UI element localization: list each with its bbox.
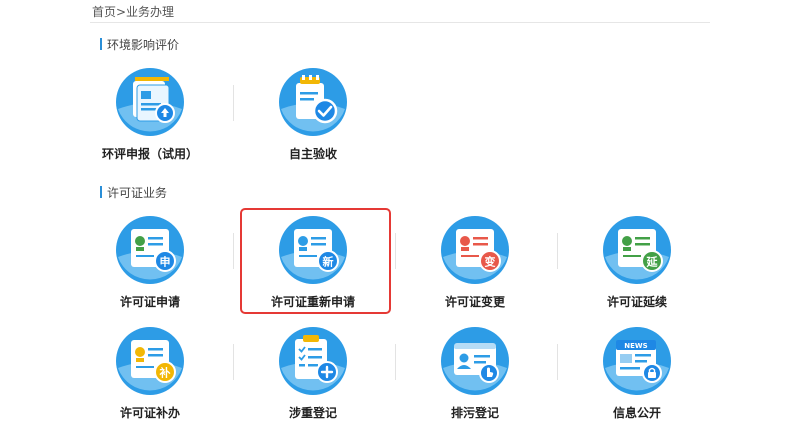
divider (557, 344, 558, 380)
section-title-eia: 环境影响评价 (100, 36, 179, 53)
discharge-registration-tile[interactable]: 排污登记 (415, 326, 535, 436)
registration-heavy-tile[interactable]: 涉重登记 (253, 326, 373, 436)
self-acceptance-tile[interactable]: 自主验收 (253, 67, 373, 177)
permit-change-tile[interactable]: 变 许可证变更 (415, 215, 535, 325)
permit-extend-label: 许可证延续 (606, 295, 667, 309)
info-disclosure-label: 信息公开 (612, 406, 661, 420)
registration-heavy-label: 涉重登记 (288, 406, 337, 420)
news-lock-icon: NEWS (603, 327, 671, 395)
breadcrumb[interactable]: 首页>业务办理 (92, 3, 174, 20)
svg-text:申: 申 (160, 255, 171, 269)
divider (557, 233, 558, 269)
svg-text:延: 延 (646, 255, 659, 269)
divider (233, 85, 234, 121)
permit-supplement-label: 许可证补办 (119, 406, 180, 420)
divider (233, 344, 234, 380)
checklist-add-icon (279, 327, 347, 395)
permit-extend-tile[interactable]: 延 许可证延续 (577, 215, 697, 325)
clipboard-check-icon (279, 68, 347, 136)
svg-text:补: 补 (159, 366, 171, 380)
svg-text:NEWS: NEWS (624, 342, 647, 350)
document-upload-icon (116, 68, 184, 136)
eia-report-label: 环评申报（试用） (101, 147, 198, 161)
info-disclosure-tile[interactable]: NEWS 信息公开 (577, 326, 697, 436)
certificate-supplement-icon: 补 (116, 327, 184, 395)
highlight-box (240, 208, 391, 314)
permit-change-label: 许可证变更 (444, 295, 505, 309)
divider (395, 344, 396, 380)
permit-apply-tile[interactable]: 申 许可证申请 (90, 215, 210, 325)
permit-apply-label: 许可证申请 (119, 295, 180, 309)
divider (395, 233, 396, 269)
section-title-permit: 许可证业务 (100, 184, 167, 201)
self-acceptance-label: 自主验收 (288, 147, 337, 161)
certificate-extend-icon: 延 (603, 216, 671, 284)
svg-text:变: 变 (485, 255, 496, 269)
breadcrumb-divider (90, 22, 710, 23)
eia-report-tile[interactable]: 环评申报（试用） (90, 67, 210, 177)
id-card-touch-icon (441, 327, 509, 395)
divider (233, 233, 234, 269)
permit-supplement-tile[interactable]: 补 许可证补办 (90, 326, 210, 436)
certificate-apply-icon: 申 (116, 216, 184, 284)
discharge-registration-label: 排污登记 (450, 406, 499, 420)
certificate-change-icon: 变 (441, 216, 509, 284)
